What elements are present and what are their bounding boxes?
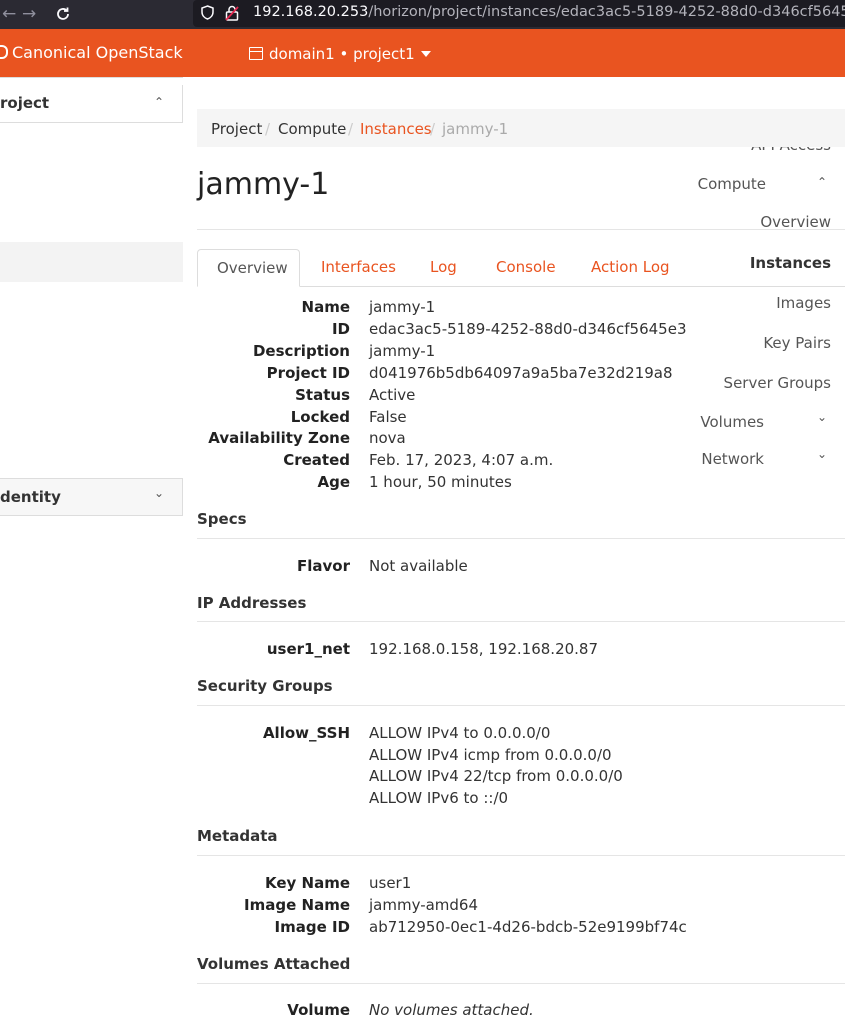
volume-label: Volume <box>287 1001 350 1019</box>
flavor-value: Not available <box>369 557 468 575</box>
specs-heading: Specs <box>197 510 247 528</box>
brand-logo[interactable]: Canonical OpenStack <box>0 43 183 62</box>
divider <box>197 705 845 706</box>
context-label: domain1 • project1 <box>269 45 415 63</box>
breadcrumb-instances-link[interactable]: Instances <box>360 120 432 138</box>
breadcrumb: Project / Compute / Instances / jammy-1 <box>197 109 845 147</box>
ip-addresses-value: 192.168.0.158, 192.168.20.87 <box>369 640 599 658</box>
network-label: user1_net <box>266 640 350 658</box>
brand-name: Canonical OpenStack <box>12 43 183 62</box>
breadcrumb-current: jammy-1 <box>442 120 509 138</box>
sidebar-item-server-groups[interactable]: Server Groups <box>724 374 831 392</box>
id-value: edac3ac5-5189-4252-88d0-d346cf5645e3 <box>369 320 687 338</box>
back-arrow-icon[interactable]: ← <box>2 4 16 24</box>
url-text: 192.168.20.253/horizon/project/instances… <box>253 4 845 20</box>
created-label: Created <box>283 451 350 469</box>
security-rule: ALLOW IPv4 22/tcp from 0.0.0.0/0 <box>369 767 623 785</box>
sidebar-top-border <box>0 77 183 78</box>
image-id-label: Image ID <box>274 918 351 936</box>
divider <box>197 621 845 622</box>
sidebar-section-label: dentity <box>0 488 61 506</box>
sidebar-item-network[interactable]: Network <box>701 450 764 468</box>
chevron-down-icon: ⌄ <box>816 410 827 424</box>
volumes-attached-heading: Volumes Attached <box>197 955 351 973</box>
age-value: 1 hour, 50 minutes <box>369 473 512 491</box>
status-label: Status <box>295 386 350 404</box>
security-rule: ALLOW IPv4 to 0.0.0.0/0 <box>369 724 551 742</box>
chevron-up-icon: ⌃ <box>153 95 164 109</box>
project-id-value: d041976b5db64097a9a5ba7e32d219a8 <box>369 364 673 382</box>
availability-zone-value: nova <box>369 429 406 447</box>
image-name-link[interactable]: jammy-amd64 <box>369 896 478 914</box>
name-label: Name <box>301 298 350 316</box>
sidebar-section-label: roject <box>0 94 50 112</box>
chevron-up-icon: ⌃ <box>816 175 827 189</box>
chevron-down-icon: ⌄ <box>816 447 827 461</box>
volume-value: No volumes attached. <box>369 1001 534 1019</box>
tab-label: Overview <box>217 259 288 277</box>
reload-icon[interactable] <box>55 6 71 22</box>
top-navbar: Canonical OpenStack domain1 • project1 <box>0 29 845 77</box>
tab-log[interactable]: Log <box>430 258 457 276</box>
tab-interfaces[interactable]: Interfaces <box>321 258 396 276</box>
flavor-label: Flavor <box>297 557 350 575</box>
divider <box>197 229 845 230</box>
security-rule: ALLOW IPv6 to ::/0 <box>369 789 509 807</box>
status-value: Active <box>369 386 416 404</box>
metadata-heading: Metadata <box>197 827 278 845</box>
sidebar-item-volumes[interactable]: Volumes <box>700 413 764 431</box>
availability-zone-label: Availability Zone <box>208 429 350 447</box>
description-label: Description <box>252 342 350 360</box>
security-group-label: Allow_SSH <box>262 724 350 742</box>
url-host: 192.168.20.253 <box>253 4 369 20</box>
project-context-dropdown[interactable]: domain1 • project1 <box>249 45 431 63</box>
id-label: ID <box>331 320 350 338</box>
tab-console[interactable]: Console <box>496 258 556 276</box>
sidebar-item-key-pairs[interactable]: Key Pairs <box>763 334 831 352</box>
locked-value: False <box>369 408 407 426</box>
sidebar-section-identity[interactable]: dentity ⌄ <box>0 478 183 516</box>
sidebar-item-instances[interactable]: Instances <box>750 254 831 272</box>
insecure-lock-icon[interactable] <box>225 5 239 21</box>
ip-addresses-heading: IP Addresses <box>197 594 307 612</box>
breadcrumb-separator: / <box>265 120 271 138</box>
image-name-label: Image Name <box>244 896 350 914</box>
breadcrumb-project: Project <box>211 120 263 138</box>
key-name-label: Key Name <box>264 874 350 892</box>
divider <box>197 538 845 539</box>
shield-icon[interactable] <box>201 5 214 20</box>
name-value: jammy-1 <box>369 298 436 316</box>
breadcrumb-separator: / <box>348 120 354 138</box>
forward-arrow-icon[interactable]: → <box>22 4 36 24</box>
browser-toolbar: ← → 192.168.20.253/horizon/project/insta… <box>0 0 845 29</box>
context-icon <box>249 47 263 60</box>
security-rule: ALLOW IPv4 icmp from 0.0.0.0/0 <box>369 746 612 764</box>
image-id-value: ab712950-0ec1-4d26-bdcb-52e9199bf74c <box>369 918 687 936</box>
chevron-down-icon: ⌄ <box>153 486 164 500</box>
divider <box>197 855 845 856</box>
tab-action-log[interactable]: Action Log <box>591 258 670 276</box>
sidebar-section-project[interactable]: roject ⌃ <box>0 85 183 123</box>
sidebar-item-images[interactable]: Images <box>776 294 831 312</box>
security-groups-heading: Security Groups <box>197 677 333 695</box>
key-name-value: user1 <box>369 874 412 892</box>
tab-overview[interactable]: Overview <box>197 249 300 287</box>
age-label: Age <box>317 473 350 491</box>
page-title: jammy-1 <box>197 167 330 202</box>
caret-down-icon <box>420 51 431 57</box>
breadcrumb-separator: / <box>430 120 436 138</box>
locked-label: Locked <box>290 408 350 426</box>
sidebar-item-compute[interactable]: Compute <box>698 175 766 193</box>
project-id-label: Project ID <box>266 364 350 382</box>
breadcrumb-compute: Compute <box>278 120 347 138</box>
sidebar-active-highlight <box>0 242 183 282</box>
description-value: jammy-1 <box>369 342 436 360</box>
created-value: Feb. 17, 2023, 4:07 a.m. <box>369 451 554 469</box>
address-bar[interactable]: 192.168.20.253/horizon/project/instances… <box>193 0 845 27</box>
divider <box>197 983 845 984</box>
openstack-logo-icon <box>0 45 8 59</box>
url-path: /horizon/project/instances/edac3ac5-5189… <box>368 4 845 20</box>
